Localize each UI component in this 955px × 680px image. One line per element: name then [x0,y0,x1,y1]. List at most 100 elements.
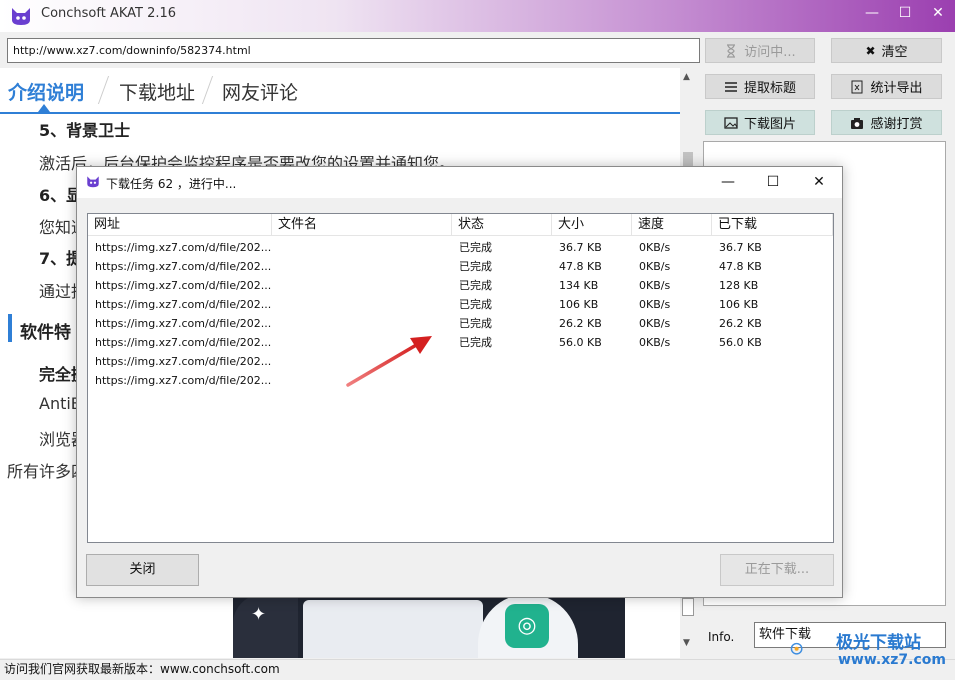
url-input[interactable]: http://www.xz7.com/downinfo/582374.html [7,38,700,63]
cell-speed: 0KB/s [639,279,671,292]
cell-downloaded: 128 KB [719,279,759,292]
list-icon [724,80,738,94]
cell-speed: 0KB/s [639,260,671,273]
download-images-label: 下载图片 [743,117,796,132]
watermark-url: www.xz7.com [838,652,946,668]
tab-download[interactable]: 下载地址 [119,78,195,105]
dialog-maximize-button[interactable]: ☐ [758,171,788,193]
table-row[interactable]: https://img.xz7.com/d/file/202... 已完成 26.2… [88,314,833,333]
dialog-close-button[interactable]: ✕ [804,171,834,193]
tab-divider [201,76,214,104]
scroll-up-icon[interactable]: ▲ [683,72,690,82]
sparkle-icon: ✦ [251,604,267,625]
excel-icon [850,80,864,94]
heading-5: 5、背景卫士 [39,121,131,140]
watermark-logo-icon [790,642,803,655]
article-tabs: 介绍说明 下载地址 网友评论 [0,68,680,114]
x-icon: ✖ [865,43,876,58]
window-title: Conchsoft AKAT 2.16 [41,6,177,21]
extract-title-button[interactable]: 提取标题 [705,74,815,99]
cell-url: https://img.xz7.com/d/file/202... [95,355,272,368]
cell-size: 134 KB [559,279,599,292]
table-row[interactable]: https://img.xz7.com/d/file/202... 已完成 134 … [88,276,833,295]
red-arrow-icon [346,336,432,387]
cell-url: https://img.xz7.com/d/file/202... [95,336,272,349]
cell-status: 已完成 [459,241,492,254]
title-bar: Conchsoft AKAT 2.16 — ☐ ✕ [0,0,955,32]
tab-intro[interactable]: 介绍说明 [8,78,84,105]
donate-button[interactable]: 感谢打赏 [831,110,942,135]
cell-speed: 0KB/s [639,241,671,254]
feature-line: 所有许多四 [7,462,88,481]
table-row[interactable]: https://img.xz7.com/d/file/202... [88,352,833,371]
scroll-handle[interactable] [682,598,694,616]
scroll-down-icon[interactable]: ▼ [683,638,690,648]
maximize-button[interactable]: ☐ [888,0,922,28]
image-panel [303,600,483,658]
cell-status: 已完成 [459,317,492,330]
column-downloaded[interactable]: 已下载 [712,214,833,236]
info-label: Info. [708,630,735,644]
list-header: 网址 文件名 状态 大小 速度 已下载 [88,214,833,236]
camera-icon [850,116,864,130]
download-images-button[interactable]: 下载图片 [705,110,815,135]
table-row[interactable]: https://img.xz7.com/d/file/202... [88,371,833,390]
extract-title-label: 提取标题 [743,81,796,96]
cell-downloaded: 56.0 KB [719,336,762,349]
cell-url: https://img.xz7.com/d/file/202... [95,260,272,273]
column-filename[interactable]: 文件名 [272,214,452,236]
cell-status: 已完成 [459,279,492,292]
table-row[interactable]: https://img.xz7.com/d/file/202... 已完成 56.0… [88,333,833,352]
cell-speed: 0KB/s [639,317,671,330]
table-row[interactable]: https://img.xz7.com/d/file/202... 已完成 36.7… [88,238,833,257]
column-status[interactable]: 状态 [452,214,552,236]
table-row[interactable]: https://img.xz7.com/d/file/202... 已完成 106 … [88,295,833,314]
close-button[interactable]: ✕ [921,0,955,28]
column-url[interactable]: 网址 [88,214,272,236]
cell-downloaded: 47.8 KB [719,260,762,273]
column-speed[interactable]: 速度 [632,214,712,236]
tab-caret-icon [38,104,50,112]
cell-status: 已完成 [459,336,492,349]
cell-size: 47.8 KB [559,260,602,273]
cell-size: 106 KB [559,298,599,311]
image-icon [724,116,738,130]
cell-speed: 0KB/s [639,298,671,311]
clear-button[interactable]: ✖ 清空 [831,38,942,63]
donate-label: 感谢打赏 [870,117,923,132]
cat-logo-icon [12,8,30,25]
close-dialog-button[interactable]: 关闭 [86,554,199,586]
tab-comments[interactable]: 网友评论 [222,78,298,105]
dialog-title: 下载任务 62 ，进行中... [106,177,237,191]
column-size[interactable]: 大小 [552,214,632,236]
cell-url: https://img.xz7.com/d/file/202... [95,298,272,311]
cell-downloaded: 36.7 KB [719,241,762,254]
downloading-button[interactable]: 正在下载... [720,554,834,586]
section-bar [8,314,12,342]
hourglass-icon [724,43,738,58]
fingerprint-icon: ◎ [505,604,549,648]
minimize-button[interactable]: — [855,0,889,28]
download-list[interactable]: 网址 文件名 状态 大小 速度 已下载 https://img.xz7.com/… [87,213,834,543]
export-stats-label: 统计导出 [870,81,923,96]
article-image: ✦ ◎ [233,594,625,658]
cell-size: 36.7 KB [559,241,602,254]
watermark-name: 极光下载站 [836,633,921,653]
download-dialog[interactable]: 下载任务 62 ，进行中... — ☐ ✕ 网址 文件名 状态 大小 速度 已下… [76,166,843,598]
cell-size: 26.2 KB [559,317,602,330]
cell-downloaded: 106 KB [719,298,759,311]
visiting-label: 访问中... [744,45,796,60]
cell-url: https://img.xz7.com/d/file/202... [95,279,272,292]
cell-status: 已完成 [459,298,492,311]
table-row[interactable]: https://img.xz7.com/d/file/202... 已完成 47.8… [88,257,833,276]
cat-logo-icon [87,176,99,188]
cell-size: 56.0 KB [559,336,602,349]
cell-status: 已完成 [459,260,492,273]
export-stats-button[interactable]: 统计导出 [831,74,942,99]
cell-speed: 0KB/s [639,336,671,349]
dialog-minimize-button[interactable]: — [713,171,743,193]
dialog-title-bar: 下载任务 62 ，进行中... — ☐ ✕ [77,167,842,198]
visiting-button[interactable]: 访问中... [705,38,815,63]
cell-url: https://img.xz7.com/d/file/202... [95,241,272,254]
tab-divider [97,76,110,104]
